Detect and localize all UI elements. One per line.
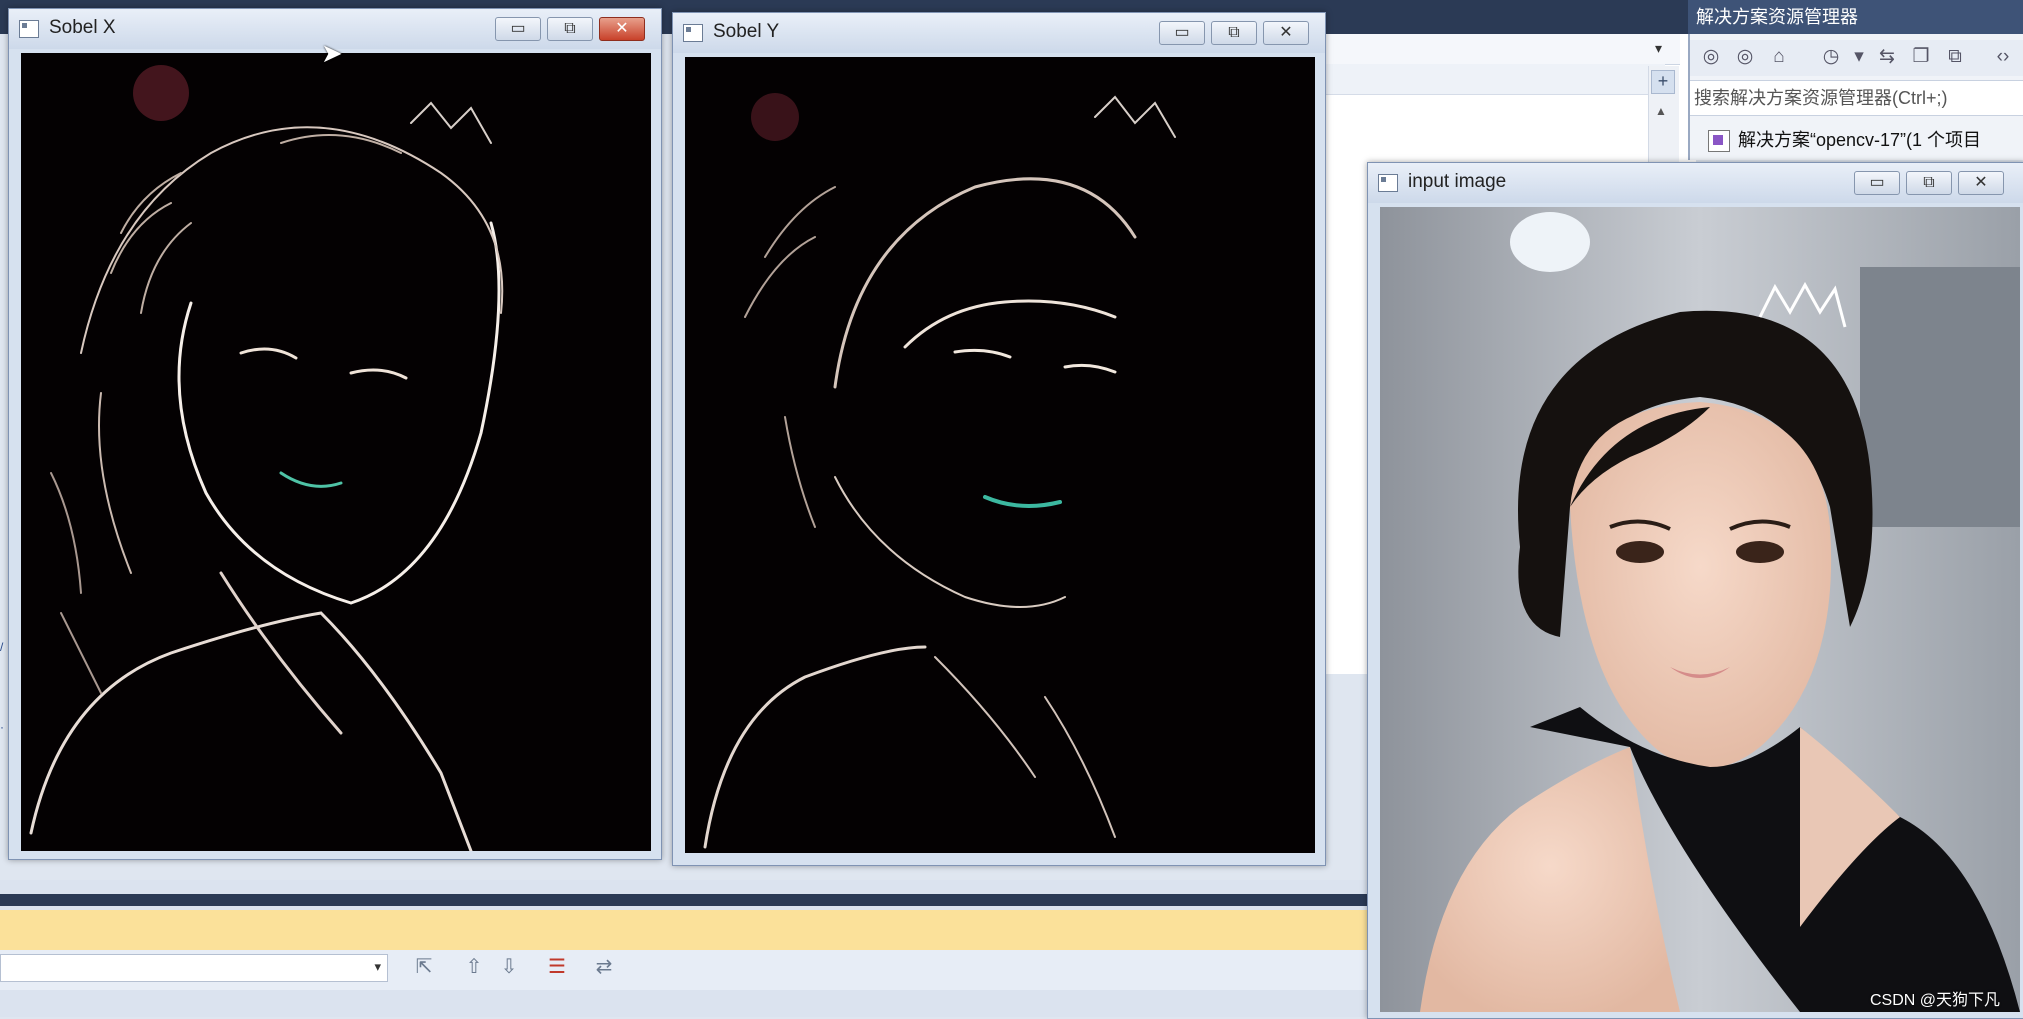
minimize-button[interactable]: ▭ [495,17,541,41]
window-app-icon [19,20,39,38]
window-app-icon [1378,174,1398,192]
sobel-y-window[interactable]: Sobel Y ▭ ⧉ ✕ [672,12,1326,866]
code-view-icon[interactable]: ‹› [1992,46,2014,68]
output-panel-header [0,894,1370,906]
maximize-button[interactable]: ⧉ [1906,171,1952,195]
output-source-dropdown[interactable]: ▾ [0,954,388,982]
input-image-window[interactable]: input image ▭ ⧉ ✕ [1367,162,2023,1019]
window-title: input image [1408,171,1507,192]
sobel-y-image [685,57,1315,853]
clear-all-icon[interactable]: ☰ [545,955,569,979]
output-panel-tab-strip [0,910,1370,950]
close-button[interactable]: ✕ [599,17,645,41]
editor-member-bar[interactable] [1325,64,1665,95]
chevron-down-icon[interactable]: ▾ [1848,46,1870,68]
editor-navigation-bar[interactable] [1325,34,1680,65]
window-title: Sobel Y [713,21,780,42]
window-title: Sobel X [49,17,116,38]
maximize-button[interactable]: ⧉ [547,17,593,41]
solution-icon [1708,130,1730,153]
solution-tree-item[interactable]: 解决方案“opencv-17”(1 个项目 [1690,120,2023,160]
window-titlebar[interactable]: input image ▭ ⧉ ✕ [1368,163,2023,203]
window-app-icon [683,24,703,42]
scroll-up-arrow-icon[interactable]: ▲ [1655,104,1667,118]
sobel-x-window[interactable]: Sobel X ▭ ⧉ ✕ [8,8,662,860]
watermark: CSDN @天狗下凡 [1870,992,2001,1009]
solution-explorer-search-input[interactable]: 搜索解决方案资源管理器(Ctrl+;) [1690,80,2023,116]
chevron-down-icon: ▾ [374,959,381,974]
minimize-button[interactable]: ▭ [1159,21,1205,45]
collapse-all-icon[interactable]: ❐ [1910,46,1932,68]
show-all-files-icon[interactable]: ⧉ [1944,46,1966,68]
forward-icon[interactable]: ◎ [1734,46,1756,68]
mouse-cursor-icon: ➤ [321,38,343,68]
previous-message-icon[interactable]: ⇧ [462,955,486,979]
home-icon[interactable]: ⌂ [1768,46,1790,68]
chevron-down-icon[interactable]: ▾ [1655,40,1662,57]
word-wrap-icon[interactable]: ⇄ [592,955,616,979]
solution-explorer-title: 解决方案资源管理器 [1688,0,2023,34]
next-message-icon[interactable]: ⇩ [497,955,521,979]
close-button[interactable]: ✕ [1958,171,2004,195]
history-icon[interactable]: ◷ [1820,46,1842,68]
minimize-button[interactable]: ▭ [1854,171,1900,195]
sync-icon[interactable]: ⇆ [1876,46,1898,68]
window-titlebar[interactable]: Sobel Y ▭ ⧉ ✕ [673,13,1325,53]
back-icon[interactable]: ◎ [1700,46,1722,68]
split-window-button[interactable]: + [1651,70,1675,94]
input-photo [1380,207,2020,1012]
find-message-icon[interactable]: ⇱ [412,955,436,979]
maximize-button[interactable]: ⧉ [1211,21,1257,45]
sobel-x-image [21,53,651,851]
close-button[interactable]: ✕ [1263,21,1309,45]
